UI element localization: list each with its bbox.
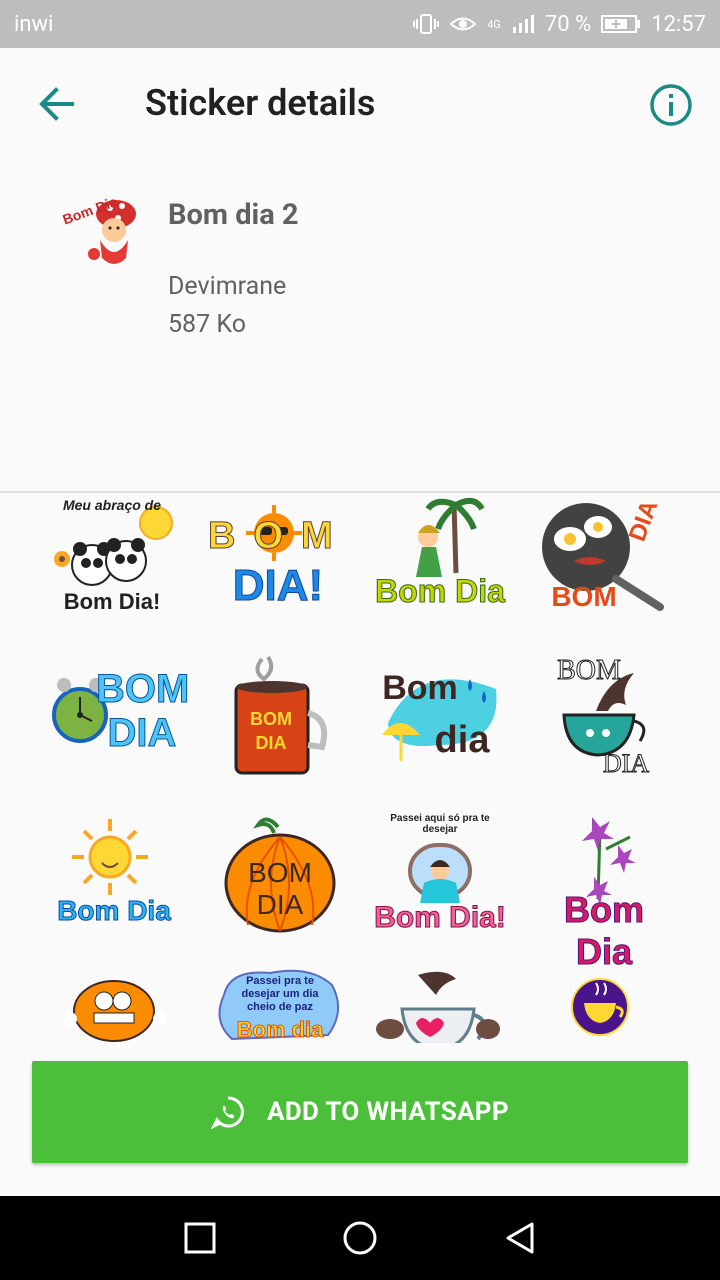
sticker-coffee-heart[interactable]: [370, 965, 510, 1043]
sticker-bottom-text: DIA: [107, 711, 177, 756]
sticker-sun-sunglasses[interactable]: BOM DIA!: [208, 493, 348, 633]
sticker-top-text: Passei aqui só pra te desejar: [390, 813, 490, 835]
clock: 12:57: [651, 11, 706, 37]
signal-icon: [512, 15, 534, 33]
sticker-pumpkin[interactable]: BOM DIA: [210, 809, 350, 949]
sticker-bottom-text: Bom Dia: [57, 895, 172, 927]
pack-size: 587 Ko: [168, 310, 246, 339]
sticker-sun[interactable]: Bom Dia: [44, 809, 184, 949]
vibrate-icon: [413, 14, 440, 34]
pack-author: Devimrane: [168, 272, 287, 301]
info-icon[interactable]: [648, 82, 694, 128]
sticker-alarm-clock[interactable]: BOM DIA: [48, 649, 190, 789]
sticker-girl-palm[interactable]: Bom Dia: [370, 493, 510, 633]
eye-icon: [449, 17, 477, 31]
back-triangle-icon[interactable]: [500, 1218, 540, 1258]
pack-header: Bom Dia Bom dia 2 Devimrane 587 Ko: [0, 160, 720, 492]
sticker-umbrella-rain[interactable]: Bom dia: [370, 649, 510, 789]
sticker-speech-cloud[interactable]: Passei pra te desejar um dia cheio de pa…: [210, 965, 350, 1043]
sticker-bottom-text: BOM: [551, 581, 617, 612]
sticker-bottom-text: Bom Dia: [564, 889, 645, 973]
sticker-bottom-text: Bom Dia!: [63, 589, 161, 614]
pack-name: Bom dia 2: [168, 198, 299, 232]
sticker-bottom-text: Bom Dia: [375, 573, 506, 610]
add-to-whatsapp-label: ADD TO WHATSAPP: [267, 1097, 509, 1127]
sticker-pandas[interactable]: Meu abraço de Bom Dia!: [42, 493, 182, 633]
sticker-top-text: BOM: [248, 857, 312, 888]
sticker-top-text: Bom: [382, 669, 458, 707]
status-icons: 4G 70 % 12:57: [413, 12, 706, 37]
home-circle-icon[interactable]: [340, 1218, 380, 1258]
sticker-bottom-text: DIA: [256, 889, 304, 920]
page-title: Sticker details: [145, 82, 376, 124]
sticker-top-text: Meu abraço de: [62, 497, 162, 513]
sticker-coffee-purple-circle[interactable]: [534, 965, 674, 1043]
sticker-grid: Meu abraço de Bom Dia! BOM DIA! Bom Dia: [0, 493, 720, 1043]
whatsapp-icon: [211, 1096, 245, 1129]
sticker-bottom-text: DIA: [602, 749, 650, 779]
network-label: 4G: [487, 17, 501, 31]
sticker-bottom-text: dia: [434, 719, 490, 761]
sticker-top-text: BOM: [96, 667, 190, 712]
sticker-red-mug[interactable]: BOM DIA: [210, 649, 350, 789]
sticker-top-text: BOM: [557, 655, 622, 687]
sticker-bottom-text: Bom dia: [236, 1017, 324, 1043]
sticker-frying-pan[interactable]: DIA BOM: [534, 493, 674, 633]
carrier-label: inwi: [14, 11, 54, 37]
sticker-bottom-text: DIA: [255, 733, 287, 753]
battery-percent: 70 %: [544, 11, 592, 37]
sticker-top-text: BOM: [250, 709, 292, 729]
sticker-bottom-text: DIA!: [232, 561, 324, 611]
status-bar: inwi 4G 70 % 12:57: [0, 0, 720, 48]
app-bar: Sticker details: [0, 48, 720, 160]
arrow-back-icon[interactable]: [34, 82, 78, 126]
sticker-top-text: BOM: [208, 515, 351, 558]
sticker-garfield[interactable]: [50, 965, 190, 1043]
add-to-whatsapp-button[interactable]: ADD TO WHATSAPP: [32, 1061, 688, 1163]
battery-icon: [601, 15, 641, 33]
sticker-purple-flowers[interactable]: Bom Dia: [534, 809, 674, 973]
sticker-girl-window[interactable]: Passei aqui só pra te desejar Bom Dia!: [370, 809, 510, 949]
recents-square-icon[interactable]: [180, 1218, 220, 1258]
system-nav-bar: [0, 1196, 720, 1280]
pack-tray-icon: Bom Dia: [58, 192, 142, 276]
sticker-coffee-splash[interactable]: BOM DIA: [534, 649, 674, 789]
sticker-top-text: Passei pra te desejar um dia cheio de pa…: [241, 975, 319, 1013]
sticker-bottom-text: Bom Dia!: [374, 901, 507, 935]
